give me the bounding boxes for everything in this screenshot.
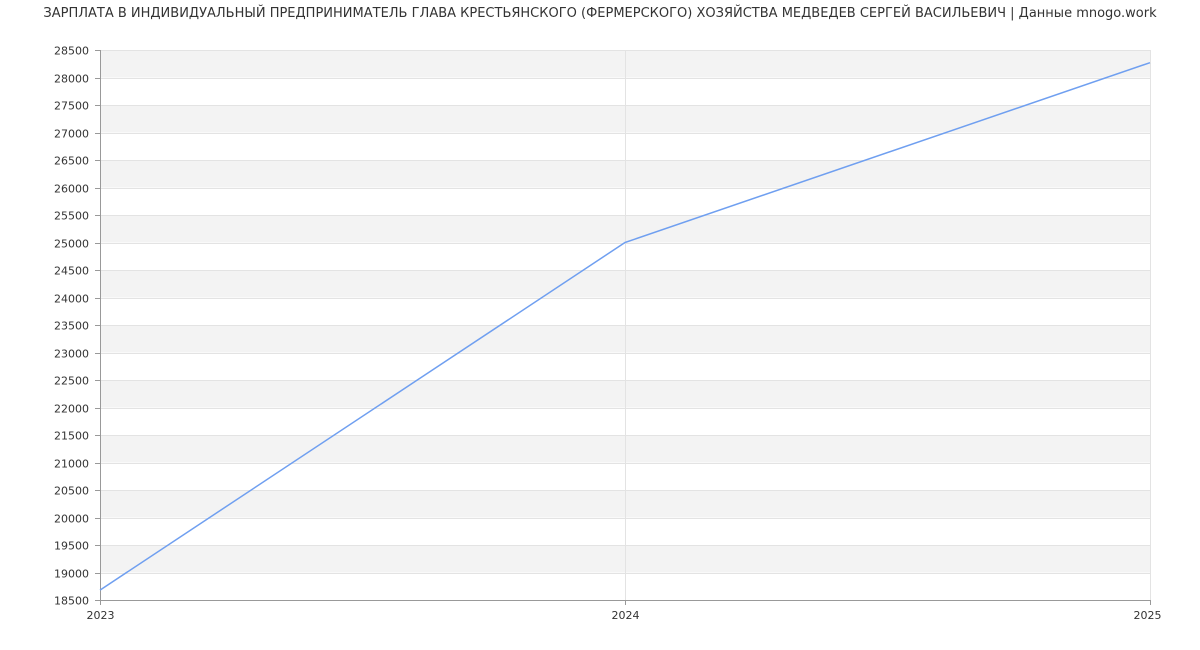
y-tick-label: 24000 <box>54 293 89 306</box>
y-tick-label: 21000 <box>54 458 89 471</box>
y-tick-label: 26500 <box>54 155 89 168</box>
y-tick-label: 22000 <box>54 403 89 416</box>
y-tick-label: 22500 <box>54 375 89 388</box>
y-tick-label: 19500 <box>54 540 89 553</box>
x-tick-label: 2024 <box>612 609 640 622</box>
y-tick-label: 20000 <box>54 513 89 526</box>
y-tick-label: 27500 <box>54 100 89 113</box>
y-tick-label: 25000 <box>54 238 89 251</box>
x-tick-labels: 2023 2024 2025 <box>87 609 1162 622</box>
y-tick-labels: 18500 19000 19500 20000 20500 21000 21500 22000… <box>54 45 89 608</box>
x-tick-label: 2025 <box>1134 609 1162 622</box>
y-tick-label: 27000 <box>54 128 89 141</box>
y-tick-label: 28500 <box>54 45 89 58</box>
y-tick-label: 20500 <box>54 485 89 498</box>
y-tick-label: 21500 <box>54 430 89 443</box>
y-tick-label: 25500 <box>54 210 89 223</box>
line-chart: 18500 19000 19500 20000 20500 21000 21500 22000… <box>54 45 1162 623</box>
y-tick-label: 23000 <box>54 348 89 361</box>
x-tick-label: 2023 <box>87 609 115 622</box>
y-tick-label: 18500 <box>54 595 89 608</box>
y-tick-label: 26000 <box>54 183 89 196</box>
y-tick-label: 24500 <box>54 265 89 278</box>
y-tick-label: 28000 <box>54 73 89 86</box>
y-tick-label: 23500 <box>54 320 89 333</box>
y-tick-label: 19000 <box>54 568 89 581</box>
